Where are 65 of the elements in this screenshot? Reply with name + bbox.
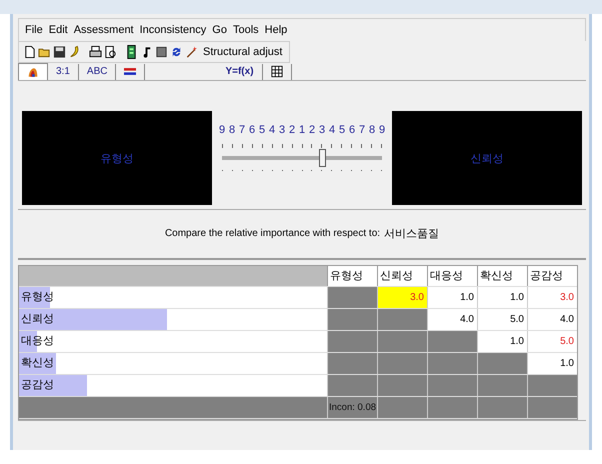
- scale-number: 7: [238, 124, 246, 136]
- row-label: 공감성: [20, 378, 54, 391]
- criterion-label: 유형성: [100, 152, 134, 166]
- tab[interactable]: 3:1: [48, 64, 79, 80]
- judgment-cell[interactable]: 4.0: [427, 308, 477, 330]
- judgment-cell[interactable]: 5.0: [527, 330, 577, 352]
- goal-name: 서비스품질: [384, 227, 440, 242]
- menu-item[interactable]: Edit: [48, 24, 68, 36]
- scale-number: 3: [278, 124, 286, 136]
- scale-number: 3: [318, 124, 326, 136]
- new-file-icon[interactable]: [23, 45, 36, 59]
- scale-number: 6: [348, 124, 356, 136]
- menu-item[interactable]: Inconsistency: [140, 24, 206, 36]
- column-header: 대응성: [427, 266, 477, 286]
- colorful-blob-icon: [27, 66, 39, 78]
- judgment-cell[interactable]: 1.0: [427, 286, 477, 308]
- scale-number: 2: [288, 124, 296, 136]
- column-header: 신뢰성: [377, 266, 427, 286]
- judgment-cell[interactable]: 1.0: [477, 330, 527, 352]
- scale-number: 5: [338, 124, 346, 136]
- menu-item[interactable]: Assessment: [74, 24, 134, 36]
- judgment-cell[interactable]: 3.0: [377, 286, 427, 308]
- scale-number: 6: [248, 124, 256, 136]
- scale-number: 8: [368, 124, 376, 136]
- print-preview-icon[interactable]: [104, 45, 117, 59]
- menu-item[interactable]: Go: [212, 24, 227, 36]
- banana-icon[interactable]: [68, 45, 81, 59]
- flag-icon: [124, 65, 136, 78]
- print-icon[interactable]: [89, 45, 102, 59]
- magic-wand-icon[interactable]: [185, 45, 198, 59]
- column-header: 공감성: [527, 266, 577, 286]
- scale-number: 4: [328, 124, 336, 136]
- menu-item[interactable]: Help: [264, 24, 288, 36]
- judgment-cell[interactable]: 5.0: [477, 308, 527, 330]
- tab[interactable]: ABC: [78, 64, 116, 80]
- save-icon[interactable]: [53, 45, 66, 59]
- row-label: 확신성: [20, 356, 54, 369]
- row-label: 신뢰성: [20, 312, 54, 325]
- row-label: 대응성: [20, 334, 54, 347]
- scale-number: 9: [218, 124, 226, 136]
- scale-number: 1: [298, 124, 306, 136]
- judgment-cell[interactable]: 1.0: [477, 286, 527, 308]
- scale-number: 7: [358, 124, 366, 136]
- scale-number: 2: [308, 124, 316, 136]
- menu-item[interactable]: Tools: [232, 24, 259, 36]
- scale-number: 9: [378, 124, 386, 136]
- judgment-cell[interactable]: 1.0: [527, 352, 577, 374]
- scale-number: 5: [258, 124, 266, 136]
- judgment-cell[interactable]: 4.0: [527, 308, 577, 330]
- refresh-icon[interactable]: [170, 45, 183, 59]
- grid-icon: [270, 65, 283, 78]
- meter-icon[interactable]: [125, 45, 138, 59]
- slider-thumb[interactable]: [319, 149, 326, 167]
- tab[interactable]: [18, 63, 48, 80]
- row-label: 유형성: [20, 290, 54, 303]
- column-header: 확신성: [477, 266, 527, 286]
- inconsistency-value: Incon: 0.08: [327, 396, 377, 418]
- menu-item[interactable]: File: [25, 24, 43, 36]
- scale-number: 4: [268, 124, 276, 136]
- column-header: 유형성: [327, 266, 377, 286]
- tab[interactable]: Y=f(x): [217, 64, 263, 80]
- criterion-label: 신뢰성: [470, 152, 504, 166]
- judgment-cell[interactable]: 3.0: [527, 286, 577, 308]
- scale-number: 8: [228, 124, 236, 136]
- prompt-text: Compare the relative importance with respect to:: [164, 228, 380, 240]
